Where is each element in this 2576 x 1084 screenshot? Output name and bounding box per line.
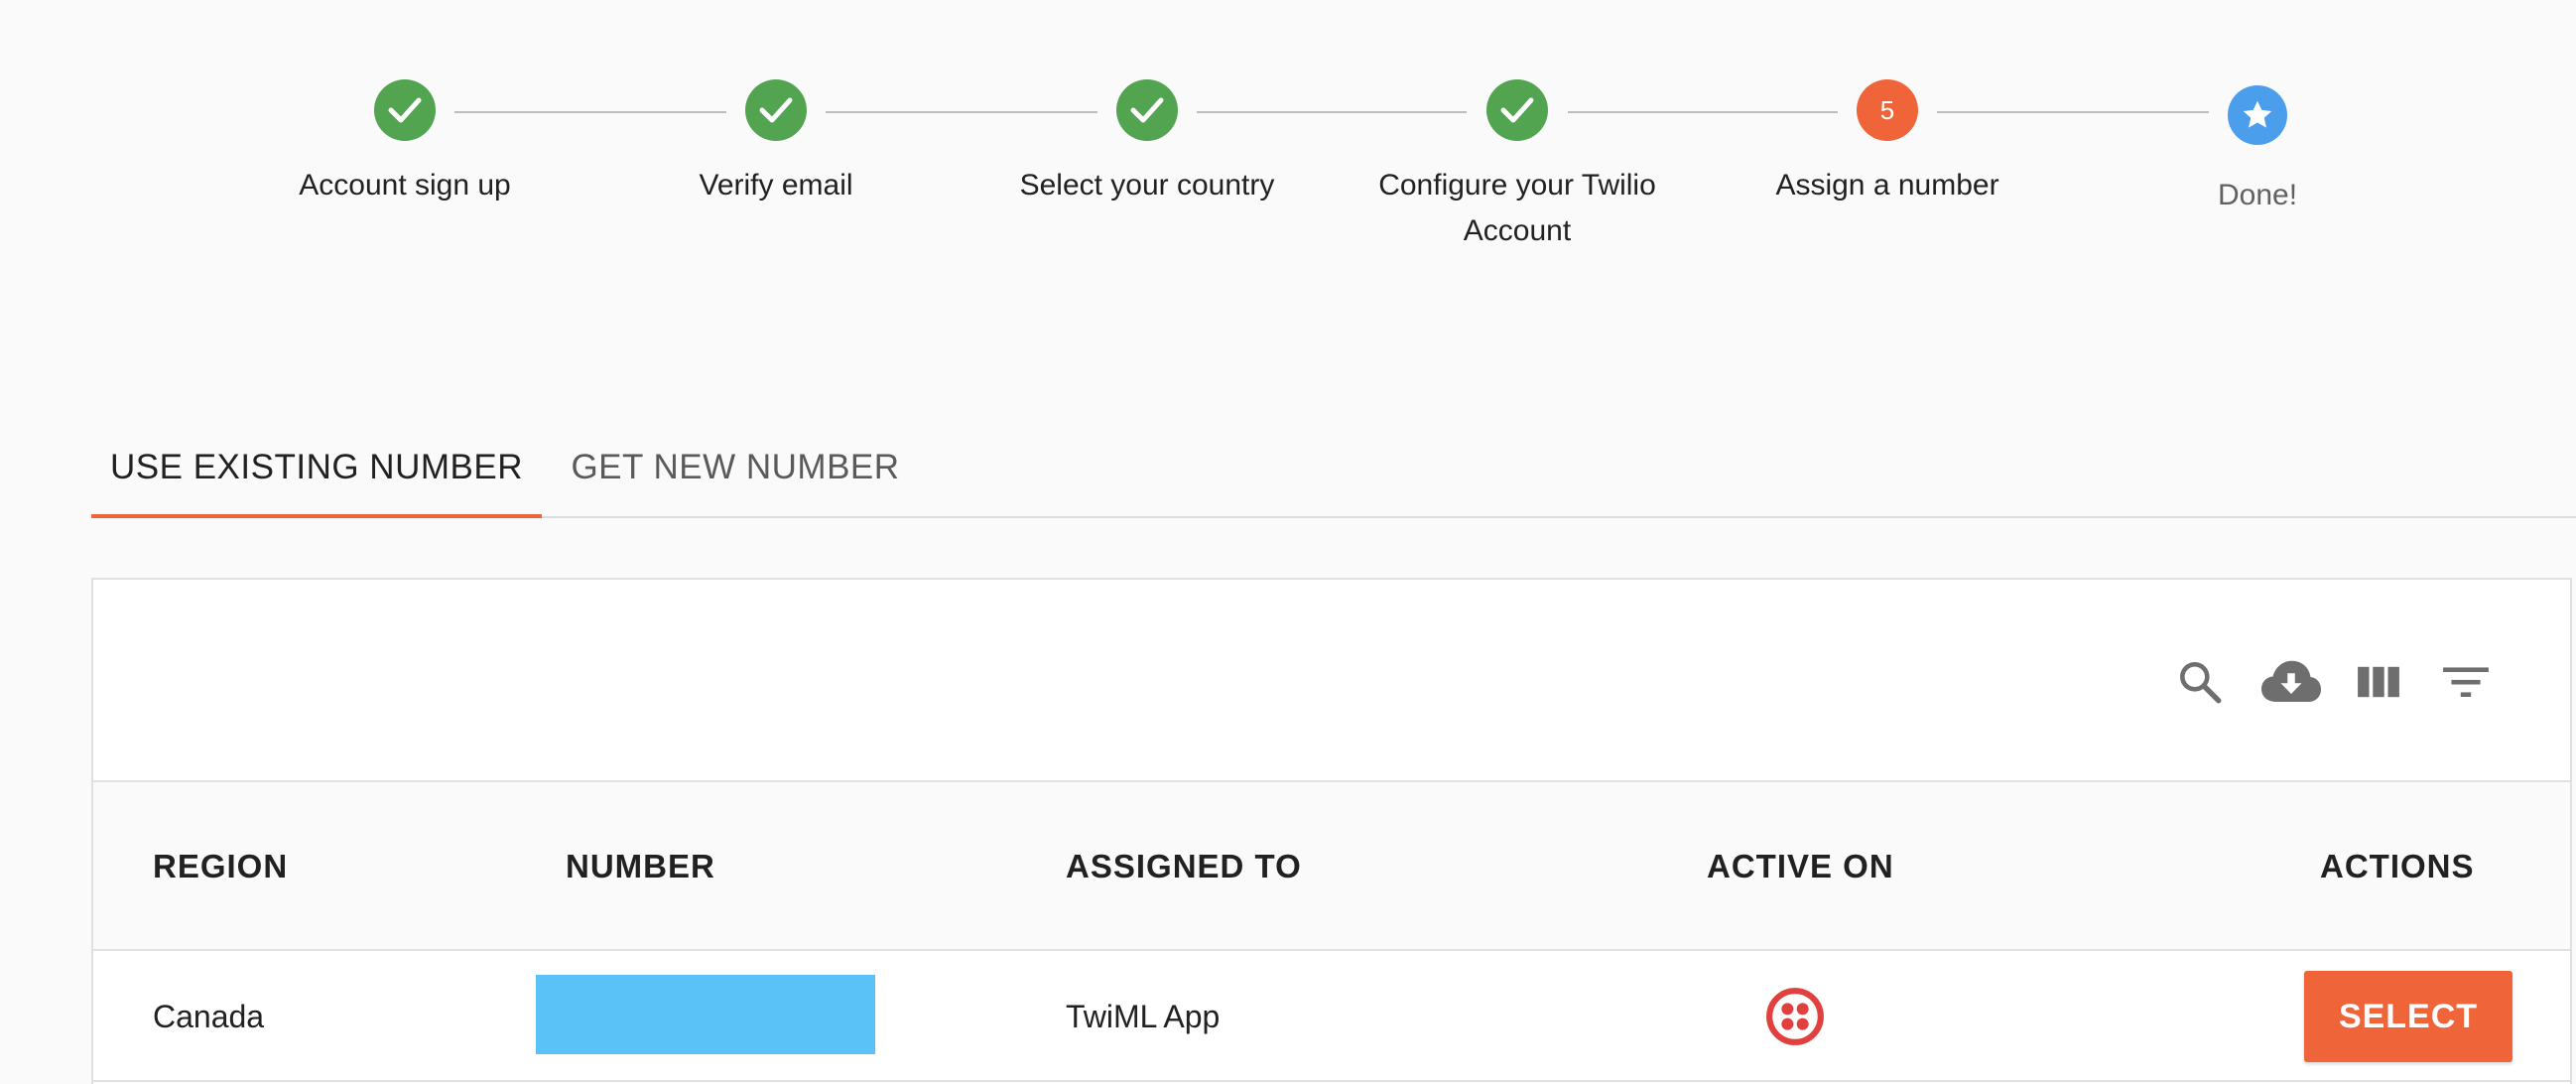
table-toolbar — [93, 580, 2570, 782]
step-account-sign-up: Account sign up — [236, 79, 574, 208]
check-icon — [1116, 79, 1178, 141]
check-icon — [1486, 79, 1548, 141]
active-tab-indicator — [91, 514, 542, 518]
step-assign-number: 5 Assign a number — [1719, 79, 2056, 208]
progress-stepper: Account sign up Verify email Select your… — [0, 0, 2576, 298]
region-cell: Canada — [153, 998, 265, 1034]
tab-get-new-number[interactable]: GET NEW NUMBER — [542, 417, 929, 518]
step-done: Done! — [2089, 79, 2426, 218]
column-header-region[interactable]: REGION — [153, 782, 288, 951]
check-icon — [374, 79, 436, 141]
step-verify-email: Verify email — [607, 79, 945, 208]
number-tabs: USE EXISTING NUMBER GET NEW NUMBER — [91, 417, 2576, 518]
search-icon[interactable] — [2171, 653, 2229, 711]
assign-number-page: Account sign up Verify email Select your… — [0, 0, 2576, 1084]
step-number-badge: 5 — [1857, 79, 1918, 141]
filter-list-icon[interactable] — [2437, 653, 2495, 711]
step-label: Assign a number — [1775, 169, 1999, 202]
check-icon — [745, 79, 807, 141]
select-button[interactable]: SELECT — [2304, 971, 2512, 1062]
step-label: Account sign up — [299, 169, 511, 202]
redacted-number — [536, 975, 875, 1054]
step-label: Select your country — [1019, 169, 1275, 202]
star-icon — [2228, 85, 2287, 145]
column-header-actions: ACTIONS — [2320, 848, 2475, 884]
table-header: REGION NUMBER ASSIGNED TO ACTIVE ON ACTI… — [93, 782, 2570, 951]
step-configure-twilio: Configure your Twilio Account — [1358, 79, 1676, 254]
step-label: Configure your Twilio Account — [1378, 169, 1656, 247]
column-header-number[interactable]: NUMBER — [566, 782, 715, 951]
cloud-download-icon[interactable] — [2256, 653, 2326, 711]
assigned-to-cell: TwiML App — [1066, 998, 1221, 1034]
numbers-table-card: REGION NUMBER ASSIGNED TO ACTIVE ON ACTI… — [91, 578, 2572, 1084]
column-header-assigned-to[interactable]: ASSIGNED TO — [1066, 782, 1302, 951]
column-header-active-on[interactable]: ACTIVE ON — [1707, 782, 1894, 951]
tab-use-existing-number[interactable]: USE EXISTING NUMBER — [91, 417, 542, 518]
view-columns-icon[interactable] — [2350, 653, 2407, 711]
step-label: Done! — [2217, 179, 2298, 211]
twilio-logo-icon — [1764, 951, 1826, 1082]
step-select-country: Select your country — [978, 79, 1316, 208]
table-row: Canada TwiML App SELECT — [93, 951, 2570, 1082]
step-label: Verify email — [699, 169, 853, 202]
